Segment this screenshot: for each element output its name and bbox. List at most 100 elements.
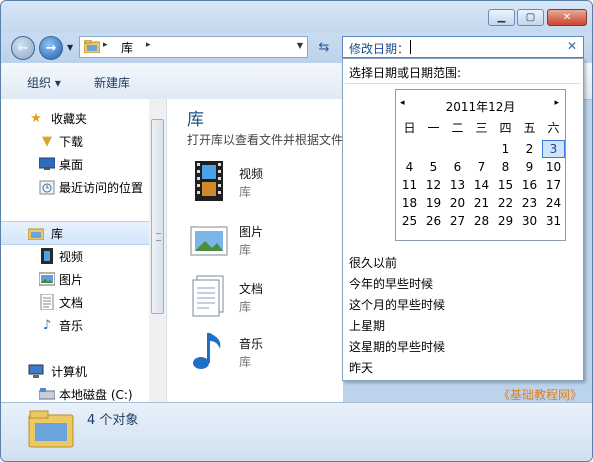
calendar-day[interactable]: 8 — [494, 158, 517, 176]
clear-search-icon[interactable]: ✕ — [567, 39, 577, 53]
breadcrumb-libraries[interactable]: 库 — [121, 39, 133, 56]
calendar-day[interactable]: 14 — [470, 176, 493, 194]
address-history-dropdown[interactable]: ▼ — [297, 41, 303, 50]
navigation-scrollbar[interactable] — [149, 99, 166, 402]
library-name: 视频 — [239, 167, 264, 181]
desktop-icon — [39, 156, 55, 172]
calendar-day[interactable]: 25 — [398, 212, 421, 230]
calendar-day[interactable]: 4 — [398, 158, 421, 176]
sidebar-item-documents[interactable]: 文档 — [1, 291, 149, 313]
computer-icon — [28, 363, 44, 379]
date-filter-dropdown: 选择日期或日期范围: ◂ 2011年12月 ▸ 日一二三四五六123456789… — [342, 58, 584, 381]
calendar-day[interactable]: 19 — [422, 194, 445, 212]
sidebar-item-label: 库 — [51, 226, 64, 241]
calendar-month[interactable]: 2011年12月 — [396, 98, 565, 115]
date-quick-option[interactable]: 上星期 — [349, 317, 385, 334]
watermark: 《基础教程网》 — [498, 388, 583, 402]
sidebar-item-label: 下载 — [59, 134, 84, 149]
breadcrumb-separator[interactable]: ▸ — [103, 40, 108, 50]
library-type: 库 — [239, 300, 252, 314]
next-month-button[interactable]: ▸ — [554, 98, 559, 108]
library-item-pictures[interactable]: 图片 库 — [187, 217, 337, 267]
maximize-button[interactable]: ▢ — [517, 9, 544, 26]
breadcrumb-separator[interactable]: ▸ — [146, 40, 151, 50]
sidebar-item-recent[interactable]: 最近访问的位置 — [1, 176, 149, 198]
calendar-day[interactable]: 11 — [398, 176, 421, 194]
document-library-icon — [192, 275, 224, 317]
calendar-day[interactable]: 31 — [542, 212, 565, 230]
address-bar[interactable]: ▸ 库 ▸ ▼ — [79, 36, 308, 58]
sidebar-item-label: 视频 — [59, 249, 84, 264]
search-box[interactable]: 修改日期： ✕ — [342, 36, 584, 58]
calendar-header: ◂ 2011年12月 ▸ — [396, 98, 565, 114]
calendar-day[interactable]: 21 — [470, 194, 493, 212]
library-type: 库 — [239, 355, 252, 369]
calendar-day[interactable]: 10 — [542, 158, 565, 176]
calendar-day[interactable]: 9 — [518, 158, 541, 176]
calendar-day[interactable]: 16 — [518, 176, 541, 194]
calendar-day[interactable]: 15 — [494, 176, 517, 194]
scrollbar-grip — [156, 233, 161, 241]
sidebar-item-pictures[interactable]: 图片 — [1, 268, 149, 290]
library-item-music[interactable]: 音乐 库 — [187, 329, 337, 379]
calendar-day[interactable]: 12 — [422, 176, 445, 194]
calendar-day[interactable]: 30 — [518, 212, 541, 230]
forward-button[interactable]: → — [39, 36, 63, 60]
calendar-day[interactable]: 1 — [494, 140, 517, 158]
sidebar-item-label: 音乐 — [59, 318, 84, 333]
libraries-large-icon — [28, 410, 74, 448]
date-quick-option[interactable]: 这个月的早些时候 — [349, 296, 445, 313]
calendar-day[interactable]: 26 — [422, 212, 445, 230]
calendar-day[interactable]: 29 — [494, 212, 517, 230]
page-subtitle: 打开库以查看文件并根据文件 — [187, 133, 343, 147]
video-library-icon — [39, 248, 55, 264]
sidebar-item-computer[interactable]: 计算机 — [1, 360, 149, 382]
title-bar: ▁ ▢ ✕ — [1, 1, 592, 33]
sidebar-item-desktop[interactable]: 桌面 — [1, 153, 149, 175]
sidebar-item-videos[interactable]: 视频 — [1, 245, 149, 267]
date-quick-option[interactable]: 这星期的早些时候 — [349, 338, 445, 355]
refresh-icon[interactable]: ⇆ — [312, 36, 336, 58]
library-item-documents[interactable]: 文档 库 — [187, 274, 337, 324]
sidebar-item-label: 文档 — [59, 295, 84, 310]
sidebar-item-label: 图片 — [59, 272, 84, 287]
organize-button[interactable]: 组织 ▾ — [27, 74, 61, 91]
calendar-day[interactable]: 5 — [422, 158, 445, 176]
sidebar-item-downloads[interactable]: ▼ 下载 — [1, 130, 149, 152]
calendar-day[interactable]: 3 — [542, 140, 565, 158]
new-library-button[interactable]: 新建库 — [94, 74, 130, 91]
library-item-videos[interactable]: 视频 库 — [187, 159, 337, 209]
calendar-day[interactable]: 6 — [446, 158, 469, 176]
calendar-day[interactable]: 23 — [518, 194, 541, 212]
scrollbar-thumb[interactable] — [151, 119, 164, 314]
date-quick-option[interactable]: 今年的早些时候 — [349, 275, 433, 292]
date-quick-option[interactable]: 很久以前 — [349, 254, 397, 271]
calendar-day[interactable]: 22 — [494, 194, 517, 212]
calendar-day[interactable]: 7 — [470, 158, 493, 176]
recent-pages-dropdown[interactable]: ▼ — [67, 43, 73, 52]
calendar-day[interactable]: 18 — [398, 194, 421, 212]
sidebar-item-libraries[interactable]: 库 — [1, 221, 149, 245]
date-quick-option[interactable]: 昨天 — [349, 359, 373, 376]
calendar: ◂ 2011年12月 ▸ 日一二三四五六 1 2 3 4 5 6 7 8 9 10 11 12 13 14 1… — [395, 89, 566, 241]
video-library-icon — [195, 161, 223, 201]
search-filter-label: 修改日期： — [349, 42, 410, 56]
close-button[interactable]: ✕ — [547, 9, 587, 26]
calendar-day[interactable]: 24 — [542, 194, 565, 212]
sidebar-item-favorites[interactable]: ★ 收藏夹 — [1, 107, 149, 129]
calendar-day[interactable]: 27 — [446, 212, 469, 230]
calendar-day[interactable]: 28 — [470, 212, 493, 230]
calendar-weekday: 二 — [451, 121, 464, 135]
calendar-day[interactable]: 17 — [542, 176, 565, 194]
details-pane: 4 个对象 — [1, 402, 592, 461]
minimize-button[interactable]: ▁ — [488, 9, 515, 26]
music-library-icon: ♪ — [42, 317, 52, 333]
calendar-day[interactable]: 13 — [446, 176, 469, 194]
calendar-weekday: 三 — [475, 121, 488, 135]
libraries-icon — [28, 225, 44, 241]
calendar-day[interactable]: 2 — [518, 140, 541, 158]
calendar-day[interactable]: 20 — [446, 194, 469, 212]
sidebar-item-music[interactable]: ♪ 音乐 — [1, 314, 149, 336]
back-button[interactable]: ← — [11, 36, 35, 60]
sidebar-item-label: 最近访问的位置 — [59, 180, 144, 195]
